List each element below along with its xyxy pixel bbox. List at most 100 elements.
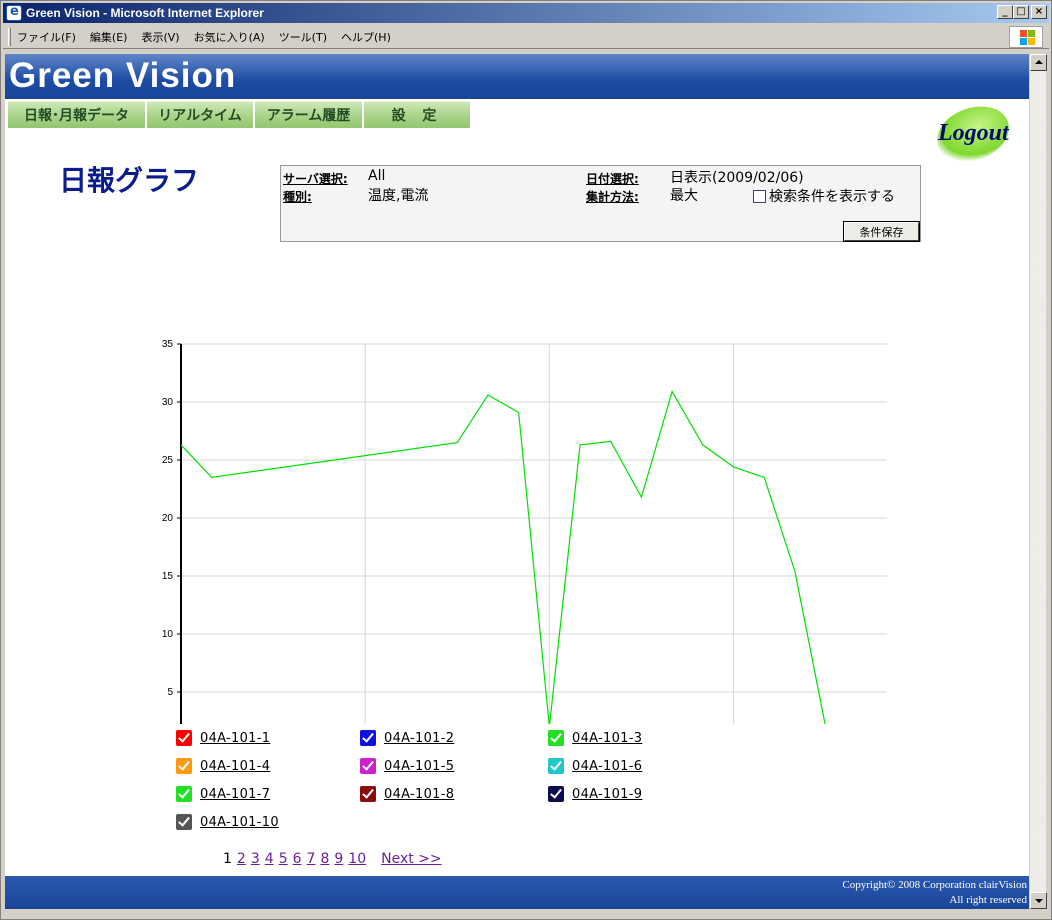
show-conditions-toggle[interactable]: 検索条件を表示する (753, 186, 895, 206)
pagination: 1 2 3 4 5 6 7 8 9 10 Next >> (223, 851, 442, 867)
menu-file[interactable]: ファイル(F) (17, 29, 76, 45)
window-title: Green Vision - Microsoft Internet Explor… (26, 6, 264, 20)
legend-link[interactable]: 04A-101-7 (200, 787, 270, 802)
next-page-link[interactable]: Next >> (381, 851, 442, 867)
page-link[interactable]: 10 (348, 851, 366, 867)
close-button[interactable]: × (1031, 5, 1047, 19)
vertical-scrollbar[interactable] (1029, 54, 1047, 909)
legend-link[interactable]: 04A-101-2 (384, 731, 454, 746)
show-conditions-label: 検索条件を表示する (769, 189, 895, 205)
logout-label: Logout (938, 120, 1009, 146)
toolbar-grip (8, 27, 11, 46)
menu-bar: ファイル(F) 編集(E) 表示(V) お気に入り(A) ツール(T) ヘルプ(… (3, 25, 1049, 49)
windows-logo-icon (1009, 26, 1043, 48)
y-tick-label: 15 (162, 571, 174, 582)
legend-link[interactable]: 04A-101-5 (384, 759, 454, 774)
brand-title: Green Vision (9, 56, 237, 95)
y-tick-label: 35 (162, 339, 174, 350)
logout-button[interactable]: Logout (929, 96, 1017, 172)
page-link[interactable]: 7 (307, 851, 316, 867)
series-line (180, 390, 826, 724)
page-link[interactable]: 3 (251, 851, 260, 867)
legend-checkbox[interactable] (176, 758, 192, 774)
page-link[interactable]: 9 (334, 851, 343, 867)
menu-help[interactable]: ヘルプ(H) (341, 29, 391, 45)
legend-checkbox[interactable] (360, 786, 376, 802)
page-link[interactable]: 4 (265, 851, 274, 867)
copyright-line2: All right reserved (949, 894, 1027, 906)
legend-checkbox[interactable] (548, 786, 564, 802)
page-link[interactable]: 6 (293, 851, 302, 867)
scroll-down-button[interactable] (1030, 892, 1047, 909)
page-link[interactable]: 8 (320, 851, 329, 867)
ie-icon (6, 4, 22, 21)
server-select-label[interactable]: サーバ選択: (283, 170, 348, 187)
page-link[interactable]: 5 (279, 851, 288, 867)
legend-link[interactable]: 04A-101-10 (200, 815, 279, 830)
legend-item[interactable]: 04A-101-2 (360, 730, 454, 746)
type-value: 温度,電流 (368, 188, 429, 204)
legend-link[interactable]: 04A-101-9 (572, 787, 642, 802)
legend-checkbox[interactable] (548, 758, 564, 774)
legend-item[interactable]: 04A-101-7 (176, 786, 270, 802)
type-label[interactable]: 種別: (283, 188, 312, 205)
date-select-label[interactable]: 日付選択: (586, 170, 639, 187)
server-select-value: All (368, 168, 386, 184)
daily-line-chart: 510152025303501:0007:0013:0019:00 (162, 339, 887, 724)
title-bar: Green Vision - Microsoft Internet Explor… (3, 3, 1049, 23)
scroll-up-button[interactable] (1030, 54, 1047, 71)
y-tick-label: 30 (162, 397, 174, 408)
legend-item[interactable]: 04A-101-3 (548, 730, 642, 746)
y-tick-label: 10 (162, 629, 174, 640)
page-current: 1 (223, 851, 232, 867)
menu-favorites[interactable]: お気に入り(A) (194, 29, 265, 45)
legend-item[interactable]: 04A-101-4 (176, 758, 270, 774)
legend-link[interactable]: 04A-101-4 (200, 759, 270, 774)
page-viewport: Green Vision 日報･月報データ リアルタイム アラーム履歴 設 定 … (5, 54, 1029, 909)
legend-checkbox[interactable] (548, 730, 564, 746)
page-title: 日報グラフ (59, 164, 200, 197)
date-select-value: 日表示(2009/02/06) (670, 170, 804, 186)
legend-link[interactable]: 04A-101-6 (572, 759, 642, 774)
aggregation-value: 最大 (670, 188, 698, 204)
legend-item[interactable]: 04A-101-6 (548, 758, 642, 774)
legend-link[interactable]: 04A-101-3 (572, 731, 642, 746)
legend-link[interactable]: 04A-101-8 (384, 787, 454, 802)
series-legend: 04A-101-1 04A-101-2 04A-101-3 04A-101-4 04A-… (176, 730, 676, 850)
menu-view[interactable]: 表示(V) (141, 29, 179, 45)
legend-item[interactable]: 04A-101-5 (360, 758, 454, 774)
legend-item[interactable]: 04A-101-1 (176, 730, 270, 746)
tab-settings[interactable]: 設 定 (364, 101, 470, 128)
legend-item[interactable]: 04A-101-10 (176, 814, 279, 830)
site-header: Green Vision (5, 54, 1029, 99)
legend-checkbox[interactable] (360, 758, 376, 774)
y-tick-label: 5 (167, 687, 173, 698)
y-tick-label: 25 (162, 455, 174, 466)
y-tick-label: 20 (162, 513, 174, 524)
filter-panel: サーバ選択: All 種別: 温度,電流 日付選択: 日表示(2009/02/0… (280, 165, 921, 242)
copyright: Copyright© 2008 Corporation clairVision … (842, 878, 1027, 908)
legend-link[interactable]: 04A-101-1 (200, 731, 270, 746)
legend-item[interactable]: 04A-101-9 (548, 786, 642, 802)
legend-checkbox[interactable] (176, 786, 192, 802)
minimize-button[interactable]: _ (997, 5, 1013, 19)
site-footer: Copyright© 2008 Corporation clairVision … (5, 876, 1029, 909)
maximize-button[interactable]: □ (1013, 5, 1029, 19)
save-conditions-button[interactable]: 条件保存 (844, 222, 919, 241)
legend-checkbox[interactable] (176, 814, 192, 830)
page-link[interactable]: 2 (237, 851, 246, 867)
menu-tools[interactable]: ツール(T) (279, 29, 327, 45)
show-conditions-checkbox[interactable] (753, 189, 766, 203)
menu-edit[interactable]: 編集(E) (90, 29, 128, 45)
legend-checkbox[interactable] (360, 730, 376, 746)
status-bar (3, 910, 1049, 919)
browser-window: Green Vision - Microsoft Internet Explor… (0, 0, 1052, 920)
aggregation-label[interactable]: 集計方法: (586, 188, 639, 205)
main-nav: 日報･月報データ リアルタイム アラーム履歴 設 定 (8, 101, 470, 128)
legend-checkbox[interactable] (176, 730, 192, 746)
tab-realtime[interactable]: リアルタイム (147, 101, 253, 128)
tab-daily-monthly[interactable]: 日報･月報データ (8, 101, 145, 128)
legend-item[interactable]: 04A-101-8 (360, 786, 454, 802)
copyright-line1: Copyright© 2008 Corporation clairVision (842, 879, 1027, 891)
tab-alarm-history[interactable]: アラーム履歴 (255, 101, 362, 128)
